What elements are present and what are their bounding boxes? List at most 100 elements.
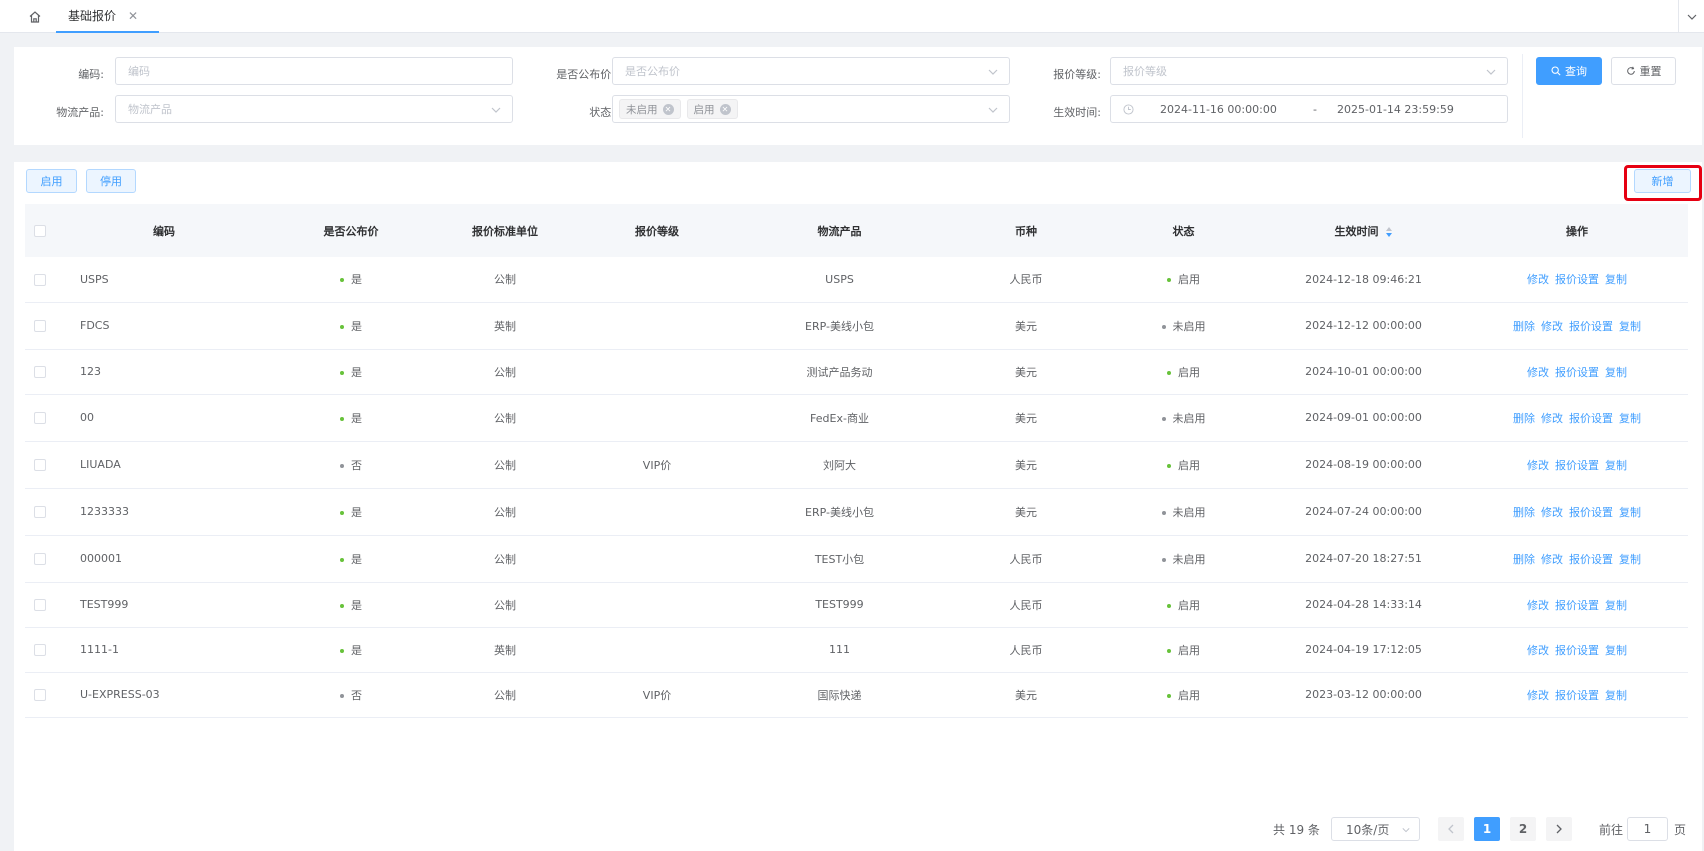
row-checkbox[interactable] xyxy=(34,599,46,611)
table-row[interactable]: 123 是公制 测试产品务动 美元 启用 2024-10-01 00:00:00 修改 报价设… xyxy=(25,349,1688,395)
edit-link[interactable]: 修改 xyxy=(1527,689,1549,702)
copy-link[interactable]: 复制 xyxy=(1619,553,1641,566)
row-checkbox[interactable] xyxy=(34,506,46,518)
currency-cell: 美元 xyxy=(946,394,1106,442)
grade-cell: VIP价 xyxy=(581,441,733,489)
edit-link[interactable]: 修改 xyxy=(1527,644,1549,657)
tab-base-quote[interactable]: 基础报价 ✕ xyxy=(56,0,159,33)
is-public-cell: 是 xyxy=(273,349,429,395)
status-select[interactable]: 未启用 ✕ 启用 ✕ xyxy=(612,95,1010,123)
search-button[interactable]: 查询 xyxy=(1536,57,1602,85)
row-checkbox[interactable] xyxy=(34,273,46,286)
edit-link[interactable]: 修改 xyxy=(1527,599,1549,612)
edit-link[interactable]: 修改 xyxy=(1527,273,1549,286)
tab-dropdown[interactable] xyxy=(1678,0,1704,33)
price-settings-link[interactable]: 报价设置 xyxy=(1569,506,1613,519)
delete-link[interactable]: 删除 xyxy=(1513,412,1535,425)
row-checkbox[interactable] xyxy=(34,320,46,332)
price-settings-link[interactable]: 报价设置 xyxy=(1569,553,1613,566)
price-settings-link[interactable]: 报价设置 xyxy=(1555,644,1599,657)
product-cell: USPS xyxy=(733,257,946,303)
effective-time-label: 生效时间: xyxy=(1053,106,1101,119)
price-settings-link[interactable]: 报价设置 xyxy=(1555,366,1599,379)
table-row[interactable]: 00 是公制 FedEx-商业 美元 未启用 2024-09-01 00:00:00 删除修… xyxy=(25,394,1688,442)
grade-cell xyxy=(581,349,733,395)
table-row[interactable]: 1233333 是公制 ERP-美线小包 美元 未启用 2024-07-24 00:00:… xyxy=(25,488,1688,536)
row-select-cell xyxy=(25,302,55,350)
grade-cell xyxy=(581,302,733,350)
row-checkbox[interactable] xyxy=(34,644,46,656)
product-label: 物流产品: xyxy=(56,106,104,119)
code-input[interactable]: 编码 xyxy=(115,57,513,85)
table-row[interactable]: U-EXPRESS-03 否公制 VIP价 国际快递 美元 启用 2023-03-12 00… xyxy=(25,672,1688,718)
product-select[interactable]: 物流产品 xyxy=(115,95,513,123)
goto-page-input[interactable]: 1 xyxy=(1627,817,1668,841)
code-placeholder: 编码 xyxy=(128,65,150,78)
table-row[interactable]: 1111-1 是英制 111 人民币 启用 2024-04-19 17:12:05 修改 报价… xyxy=(25,627,1688,673)
col-effective-time[interactable]: 生效时间 xyxy=(1261,204,1466,257)
page-2-button[interactable]: 2 xyxy=(1510,817,1536,841)
divider xyxy=(1522,54,1523,138)
table-row[interactable]: LIUADA 否公制 VIP价 刘阿大 美元 启用 2024-08-19 00:00:00 修… xyxy=(25,441,1688,489)
tag-close-icon[interactable]: ✕ xyxy=(719,103,731,115)
product-cell: ERP-美线小包 xyxy=(733,302,946,350)
copy-link[interactable]: 复制 xyxy=(1619,412,1641,425)
table-row[interactable]: 000001 是公制 TEST小包 人民币 未启用 2024-07-20 18:27:51… xyxy=(25,535,1688,583)
page-size-select[interactable]: 10条/页 xyxy=(1331,817,1420,841)
select-all-checkbox[interactable] xyxy=(34,225,46,237)
price-settings-link[interactable]: 报价设置 xyxy=(1555,599,1599,612)
copy-link[interactable]: 复制 xyxy=(1619,506,1641,519)
edit-link[interactable]: 修改 xyxy=(1541,506,1563,519)
copy-link[interactable]: 复制 xyxy=(1605,644,1627,657)
edit-link[interactable]: 修改 xyxy=(1527,366,1549,379)
effective-date-range[interactable]: 2024-11-16 00:00:00 - 2025-01-14 23:59:5… xyxy=(1110,95,1508,123)
price-settings-link[interactable]: 报价设置 xyxy=(1569,412,1613,425)
is-public-cell: 是 xyxy=(273,582,429,628)
copy-link[interactable]: 复制 xyxy=(1605,366,1627,379)
row-checkbox[interactable] xyxy=(34,366,46,378)
edit-link[interactable]: 修改 xyxy=(1527,459,1549,472)
reset-button[interactable]: 重置 xyxy=(1611,57,1676,85)
price-settings-link[interactable]: 报价设置 xyxy=(1555,459,1599,472)
tag-close-icon[interactable]: ✕ xyxy=(662,103,674,115)
edit-link[interactable]: 修改 xyxy=(1541,412,1563,425)
delete-link[interactable]: 删除 xyxy=(1513,553,1535,566)
table-row[interactable]: USPS 是公制 USPS 人民币 启用 2024-12-18 09:46:21 修改 报价设… xyxy=(25,257,1688,303)
price-settings-link[interactable]: 报价设置 xyxy=(1555,273,1599,286)
price-settings-link[interactable]: 报价设置 xyxy=(1555,689,1599,702)
next-page-button[interactable] xyxy=(1546,817,1572,841)
close-icon[interactable]: ✕ xyxy=(128,9,138,23)
code-label: 编码: xyxy=(78,68,104,81)
page-1-button[interactable]: 1 xyxy=(1474,817,1500,841)
price-settings-link[interactable]: 报价设置 xyxy=(1569,320,1613,333)
row-checkbox[interactable] xyxy=(34,553,46,565)
search-icon xyxy=(1551,66,1561,76)
sort-icon[interactable] xyxy=(1385,226,1393,238)
row-checkbox[interactable] xyxy=(34,412,46,424)
delete-link[interactable]: 删除 xyxy=(1513,320,1535,333)
prev-page-button[interactable] xyxy=(1438,817,1464,841)
code-cell: LIUADA xyxy=(55,441,273,489)
effective-time-cell: 2024-07-24 00:00:00 xyxy=(1261,488,1466,536)
is-public-select[interactable]: 是否公布价 xyxy=(612,57,1010,85)
row-select-cell xyxy=(25,394,55,442)
table-row[interactable]: FDCS 是英制 ERP-美线小包 美元 未启用 2024-12-12 00:00:00 删… xyxy=(25,302,1688,350)
copy-link[interactable]: 复制 xyxy=(1605,273,1627,286)
row-checkbox[interactable] xyxy=(34,689,46,701)
edit-link[interactable]: 修改 xyxy=(1541,553,1563,566)
copy-link[interactable]: 复制 xyxy=(1605,459,1627,472)
enable-button[interactable]: 启用 xyxy=(26,169,77,193)
table-row[interactable]: TEST999 是公制 TEST999 人民币 启用 2024-04-28 14:33:1… xyxy=(25,582,1688,628)
row-checkbox[interactable] xyxy=(34,459,46,471)
edit-link[interactable]: 修改 xyxy=(1541,320,1563,333)
copy-link[interactable]: 复制 xyxy=(1605,599,1627,612)
copy-link[interactable]: 复制 xyxy=(1619,320,1641,333)
home-tab[interactable] xyxy=(18,0,52,33)
copy-link[interactable]: 复制 xyxy=(1605,689,1627,702)
add-button[interactable]: 新增 xyxy=(1634,169,1691,193)
delete-link[interactable]: 删除 xyxy=(1513,506,1535,519)
grade-select[interactable]: 报价等级 xyxy=(1110,57,1508,85)
is-public-cell: 否 xyxy=(273,672,429,718)
disable-button[interactable]: 停用 xyxy=(86,169,136,193)
grade-cell xyxy=(581,535,733,583)
